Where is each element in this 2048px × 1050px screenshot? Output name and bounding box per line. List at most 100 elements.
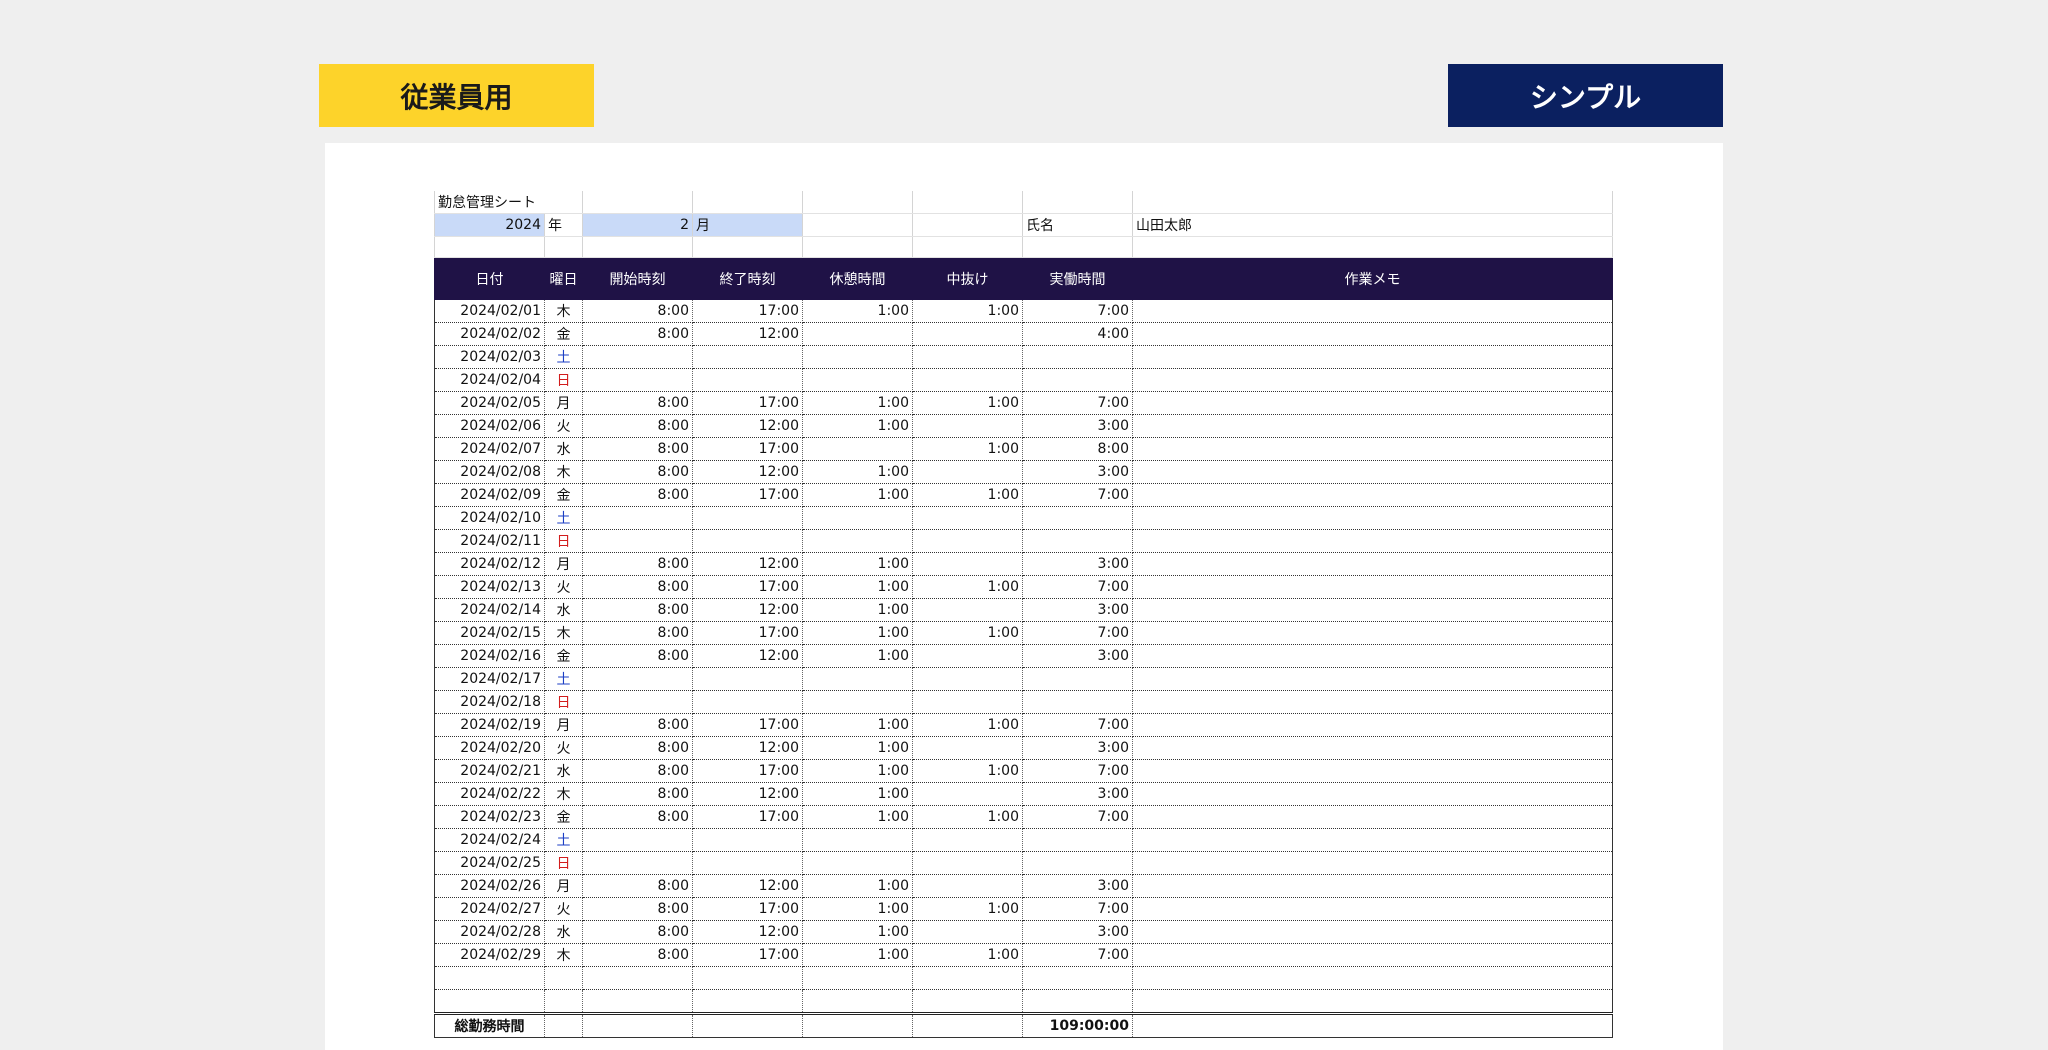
month-cell[interactable]: 2 (582, 213, 693, 237)
weekday-cell[interactable]: 木 (544, 943, 583, 967)
date-cell[interactable]: 2024/02/01 (434, 299, 545, 323)
worked-cell[interactable]: 8:00 (1022, 437, 1133, 461)
memo-cell[interactable] (1132, 897, 1613, 921)
date-cell[interactable]: 2024/02/17 (434, 667, 545, 691)
break-cell[interactable]: 1:00 (802, 575, 913, 599)
memo-cell[interactable] (1132, 851, 1613, 875)
weekday-cell[interactable]: 日 (544, 851, 583, 875)
total-empty-cell[interactable] (544, 1012, 583, 1038)
weekday-cell[interactable]: 月 (544, 874, 583, 898)
memo-cell[interactable] (1132, 598, 1613, 622)
empty-cell[interactable] (434, 989, 545, 1014)
start-cell[interactable]: 8:00 (582, 805, 693, 829)
away-cell[interactable]: 1:00 (912, 437, 1023, 461)
end-cell[interactable]: 12:00 (692, 552, 803, 576)
end-cell[interactable]: 17:00 (692, 483, 803, 507)
away-cell[interactable] (912, 460, 1023, 484)
empty-cell[interactable] (544, 989, 583, 1014)
date-cell[interactable]: 2024/02/24 (434, 828, 545, 852)
worked-cell[interactable]: 3:00 (1022, 874, 1133, 898)
date-cell[interactable]: 2024/02/15 (434, 621, 545, 645)
worked-cell[interactable]: 7:00 (1022, 483, 1133, 507)
weekday-cell[interactable]: 火 (544, 575, 583, 599)
away-cell[interactable]: 1:00 (912, 621, 1023, 645)
empty-cell[interactable] (1132, 966, 1613, 990)
memo-cell[interactable] (1132, 621, 1613, 645)
break-cell[interactable]: 1:00 (802, 943, 913, 967)
worked-cell[interactable]: 7:00 (1022, 299, 1133, 323)
away-cell[interactable] (912, 529, 1023, 553)
empty-cell[interactable] (434, 966, 545, 990)
start-cell[interactable]: 8:00 (582, 391, 693, 415)
away-cell[interactable] (912, 667, 1023, 691)
date-cell[interactable]: 2024/02/18 (434, 690, 545, 714)
memo-cell[interactable] (1132, 368, 1613, 392)
break-cell[interactable] (802, 529, 913, 553)
worked-cell[interactable]: 3:00 (1022, 920, 1133, 944)
memo-cell[interactable] (1132, 759, 1613, 783)
worked-cell[interactable]: 7:00 (1022, 805, 1133, 829)
memo-cell[interactable] (1132, 713, 1613, 737)
end-cell[interactable]: 17:00 (692, 621, 803, 645)
date-cell[interactable]: 2024/02/27 (434, 897, 545, 921)
break-cell[interactable] (802, 506, 913, 530)
weekday-cell[interactable]: 月 (544, 391, 583, 415)
date-cell[interactable]: 2024/02/13 (434, 575, 545, 599)
end-cell[interactable]: 12:00 (692, 460, 803, 484)
memo-cell[interactable] (1132, 690, 1613, 714)
empty-cell[interactable] (1022, 989, 1133, 1014)
weekday-cell[interactable]: 火 (544, 414, 583, 438)
break-cell[interactable] (802, 322, 913, 346)
start-cell[interactable]: 8:00 (582, 460, 693, 484)
break-cell[interactable]: 1:00 (802, 782, 913, 806)
worked-cell[interactable] (1022, 529, 1133, 553)
memo-cell[interactable] (1132, 667, 1613, 691)
date-cell[interactable]: 2024/02/21 (434, 759, 545, 783)
weekday-cell[interactable]: 水 (544, 437, 583, 461)
end-cell[interactable]: 12:00 (692, 598, 803, 622)
end-cell[interactable]: 12:00 (692, 414, 803, 438)
memo-cell[interactable] (1132, 483, 1613, 507)
date-cell[interactable]: 2024/02/05 (434, 391, 545, 415)
date-cell[interactable]: 2024/02/10 (434, 506, 545, 530)
away-cell[interactable] (912, 828, 1023, 852)
empty-cell[interactable] (1132, 989, 1613, 1014)
end-cell[interactable]: 12:00 (692, 322, 803, 346)
break-cell[interactable]: 1:00 (802, 644, 913, 668)
weekday-cell[interactable]: 月 (544, 552, 583, 576)
away-cell[interactable] (912, 782, 1023, 806)
memo-cell[interactable] (1132, 644, 1613, 668)
away-cell[interactable] (912, 598, 1023, 622)
break-cell[interactable] (802, 345, 913, 369)
start-cell[interactable]: 8:00 (582, 552, 693, 576)
memo-cell[interactable] (1132, 529, 1613, 553)
total-empty-cell[interactable] (802, 1012, 913, 1038)
weekday-cell[interactable]: 日 (544, 368, 583, 392)
break-cell[interactable]: 1:00 (802, 598, 913, 622)
end-cell[interactable]: 17:00 (692, 713, 803, 737)
total-empty-cell[interactable] (692, 1012, 803, 1038)
date-cell[interactable]: 2024/02/20 (434, 736, 545, 760)
start-cell[interactable]: 8:00 (582, 736, 693, 760)
year-cell[interactable]: 2024 (434, 213, 545, 237)
away-cell[interactable] (912, 506, 1023, 530)
empty-cell[interactable] (692, 989, 803, 1014)
date-cell[interactable]: 2024/02/28 (434, 920, 545, 944)
break-cell[interactable] (802, 437, 913, 461)
break-cell[interactable]: 1:00 (802, 874, 913, 898)
total-empty-cell[interactable] (912, 1012, 1023, 1038)
end-cell[interactable]: 17:00 (692, 437, 803, 461)
away-cell[interactable]: 1:00 (912, 759, 1023, 783)
worked-cell[interactable] (1022, 345, 1133, 369)
break-cell[interactable]: 1:00 (802, 483, 913, 507)
weekday-cell[interactable]: 金 (544, 805, 583, 829)
away-cell[interactable]: 1:00 (912, 713, 1023, 737)
memo-cell[interactable] (1132, 391, 1613, 415)
name-cell[interactable]: 山田太郎 (1132, 213, 1613, 237)
start-cell[interactable] (582, 828, 693, 852)
memo-cell[interactable] (1132, 414, 1613, 438)
weekday-cell[interactable]: 土 (544, 506, 583, 530)
end-cell[interactable]: 17:00 (692, 575, 803, 599)
total-value[interactable]: 109:00:00 (1022, 1012, 1133, 1038)
end-cell[interactable] (692, 368, 803, 392)
